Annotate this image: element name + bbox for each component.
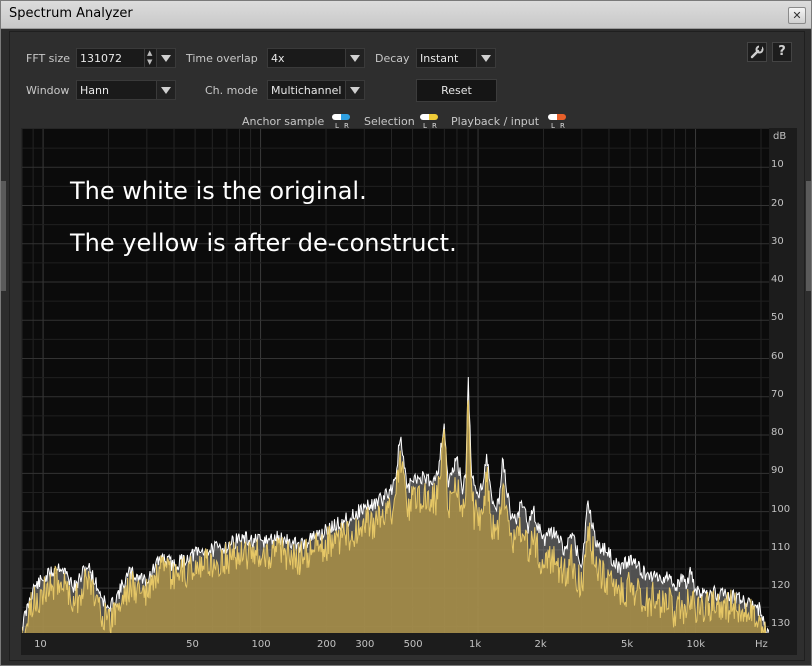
left-edge-handle — [1, 181, 6, 291]
y-tick-label: 20 — [771, 197, 784, 209]
selection-pill — [420, 114, 438, 120]
y-tick-label: 120 — [771, 580, 791, 592]
x-tick-label: 100 — [251, 639, 271, 650]
decay-select[interactable]: Instant — [416, 48, 496, 68]
x-tick-label: 500 — [403, 639, 423, 650]
y-unit-label: dB — [773, 131, 787, 142]
chevron-down-icon[interactable] — [345, 49, 364, 67]
annotation-original: The white is the original. — [70, 177, 367, 205]
y-tick-label: 30 — [771, 235, 784, 247]
y-tick-label: 110 — [771, 541, 791, 553]
x-tick-label: 2k — [534, 639, 547, 650]
y-tick-label: 70 — [771, 388, 784, 400]
reset-button[interactable]: Reset — [416, 79, 497, 102]
window-value: Hann — [80, 84, 109, 97]
annotation-deconstruct: The yellow is after de-construct. — [70, 229, 457, 257]
close-button[interactable]: ✕ — [788, 7, 806, 24]
decay-label: Decay — [375, 52, 410, 65]
anchor-pill — [332, 114, 350, 120]
frequency-axis: Hz 10 50 100 200 300 500 1k 2k 5k 10k — [21, 633, 797, 655]
chevron-down-icon[interactable] — [345, 81, 364, 99]
wrench-icon — [750, 45, 764, 59]
x-unit-label: Hz — [755, 639, 768, 650]
chevron-down-icon[interactable] — [156, 81, 175, 99]
db-axis: dB 10 20 30 40 50 60 70 80 90 100 110 120 130 — [769, 128, 797, 633]
fft-size-value: 131072 — [80, 52, 122, 65]
legend-anchor-label: Anchor sample — [242, 115, 325, 128]
chevron-down-icon[interactable] — [476, 49, 495, 67]
legend-selection-label: Selection — [364, 115, 415, 128]
x-tick-label: 300 — [355, 639, 375, 650]
stepper-up-icon[interactable]: ▲ — [147, 50, 152, 57]
right-edge-handle — [806, 181, 811, 291]
time-overlap-value: 4x — [271, 52, 285, 65]
decay-value: Instant — [420, 52, 459, 65]
title-bar[interactable]: Spectrum Analyzer ✕ — [1, 1, 811, 29]
x-tick-label: 1k — [469, 639, 482, 650]
y-tick-label: 60 — [771, 350, 784, 362]
time-overlap-select[interactable]: 4x — [267, 48, 365, 68]
y-tick-label: 90 — [771, 465, 784, 477]
y-tick-label: 100 — [771, 503, 791, 515]
spectrum-analyzer-window: Spectrum Analyzer ✕ FFT size 131072 ▲ ▼ … — [0, 0, 812, 666]
ch-mode-label: Ch. mode — [205, 84, 258, 97]
y-tick-label: 130 — [771, 618, 791, 630]
time-overlap-label: Time overlap — [186, 52, 258, 65]
fft-size-label: FFT size — [26, 52, 71, 65]
legend-playback-label: Playback / input — [451, 115, 540, 128]
x-tick-label: 10 — [34, 639, 47, 650]
playback-pill — [548, 114, 566, 120]
help-button[interactable]: ? — [772, 42, 792, 62]
ch-mode-select[interactable]: Multichannel — [267, 80, 365, 100]
spectrum-plot[interactable]: The white is the original. The yellow is… — [21, 128, 771, 635]
x-tick-label: 50 — [186, 639, 199, 650]
chevron-down-icon[interactable] — [156, 49, 175, 67]
window-title: Spectrum Analyzer — [9, 6, 133, 21]
x-tick-label: 200 — [317, 639, 337, 650]
window-label: Window — [26, 84, 70, 97]
y-tick-label: 40 — [771, 274, 784, 286]
y-tick-label: 10 — [771, 159, 784, 171]
y-tick-label: 80 — [771, 427, 784, 439]
window-select[interactable]: Hann — [76, 80, 176, 100]
ch-mode-value: Multichannel — [271, 84, 342, 97]
y-tick-label: 50 — [771, 312, 784, 324]
stepper-down-icon[interactable]: ▼ — [147, 59, 152, 66]
x-tick-label: 10k — [686, 639, 706, 650]
settings-button[interactable] — [747, 42, 767, 62]
x-tick-label: 5k — [621, 639, 634, 650]
fft-size-select[interactable]: 131072 ▲ ▼ — [76, 48, 176, 68]
